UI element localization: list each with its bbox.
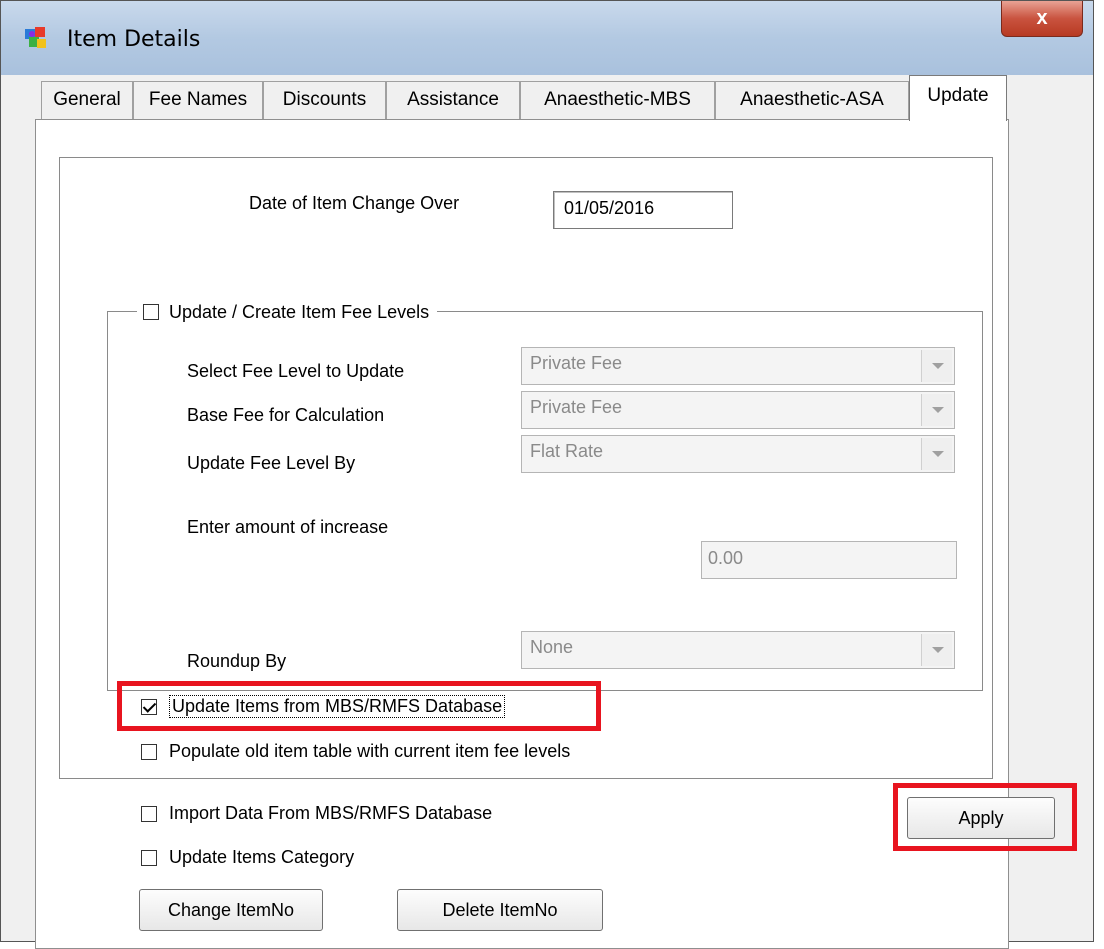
tab-update[interactable]: Update [909,75,1007,121]
tab-label: General [53,89,121,110]
highlight-apply [893,783,1077,851]
tab-fee-names[interactable]: Fee Names [133,81,263,119]
update-by-label: Update Fee Level By [187,453,356,473]
tab-discounts[interactable]: Discounts [263,81,386,119]
roundup-label: Roundup By [187,651,287,671]
update-category-label: Update Items Category [169,847,355,867]
populate-old-checkbox[interactable] [141,743,157,760]
tab-anaesthetic-asa[interactable]: Anaesthetic-ASA [715,81,909,119]
tab-label: Assistance [407,89,499,110]
app-icon [25,27,46,48]
update-by-value: Flat Rate [530,441,604,461]
close-button[interactable]: x [1001,1,1083,37]
update-category-checkbox[interactable] [141,849,157,866]
window-title: Item Details [67,27,201,52]
base-fee-label: Base Fee for Calculation [187,405,385,425]
select-fee-level-label: Select Fee Level to Update [187,361,405,381]
chevron-down-icon[interactable] [921,394,952,426]
update-create-fee-levels-label: Update / Create Item Fee Levels [169,301,430,322]
chevron-down-icon[interactable] [921,350,952,382]
update-by-dropdown[interactable]: Flat Rate [521,435,955,473]
title-bar[interactable]: Item Details x [1,1,1093,75]
tab-label: Update [927,85,989,106]
highlight-update-items-mbs [117,681,601,731]
tab-general[interactable]: General [41,81,133,119]
roundup-dropdown[interactable]: None [521,631,955,669]
fee-levels-legend[interactable]: Update / Create Item Fee Levels [137,299,438,325]
close-icon: x [1036,7,1048,29]
change-over-date-input[interactable]: 01/05/2016 [553,191,733,229]
amount-increase-label: Enter amount of increase [187,517,389,537]
change-itemno-button[interactable]: Change ItemNo [139,889,323,931]
select-fee-level-value: Private Fee [530,353,623,373]
update-create-fee-levels-checkbox[interactable] [143,304,159,320]
populate-old-label: Populate old item table with current ite… [169,741,571,761]
item-details-window: Item Details x General Fee Names Discoun… [0,0,1094,949]
update-category-row[interactable]: Update Items Category [141,847,354,868]
chevron-down-icon[interactable] [921,438,952,470]
import-data-label: Import Data From MBS/RMFS Database [169,803,493,823]
tab-label: Discounts [282,89,367,110]
populate-old-row[interactable]: Populate old item table with current ite… [141,741,570,762]
base-fee-dropdown[interactable]: Private Fee [521,391,955,429]
change-over-label: Date of Item Change Over [249,193,460,213]
import-data-row[interactable]: Import Data From MBS/RMFS Database [141,803,492,824]
roundup-value: None [530,637,574,657]
amount-increase-input[interactable]: 0.00 [701,541,957,579]
tab-label: Anaesthetic-MBS [544,89,691,110]
tab-label: Anaesthetic-ASA [740,89,884,110]
import-data-checkbox[interactable] [141,805,157,822]
tab-label: Fee Names [148,89,248,110]
delete-itemno-button[interactable]: Delete ItemNo [397,889,603,931]
tab-anaesthetic-mbs[interactable]: Anaesthetic-MBS [520,81,715,119]
select-fee-level-dropdown[interactable]: Private Fee [521,347,955,385]
chevron-down-icon[interactable] [921,634,952,666]
base-fee-value: Private Fee [530,397,623,417]
tab-assistance[interactable]: Assistance [386,81,520,119]
